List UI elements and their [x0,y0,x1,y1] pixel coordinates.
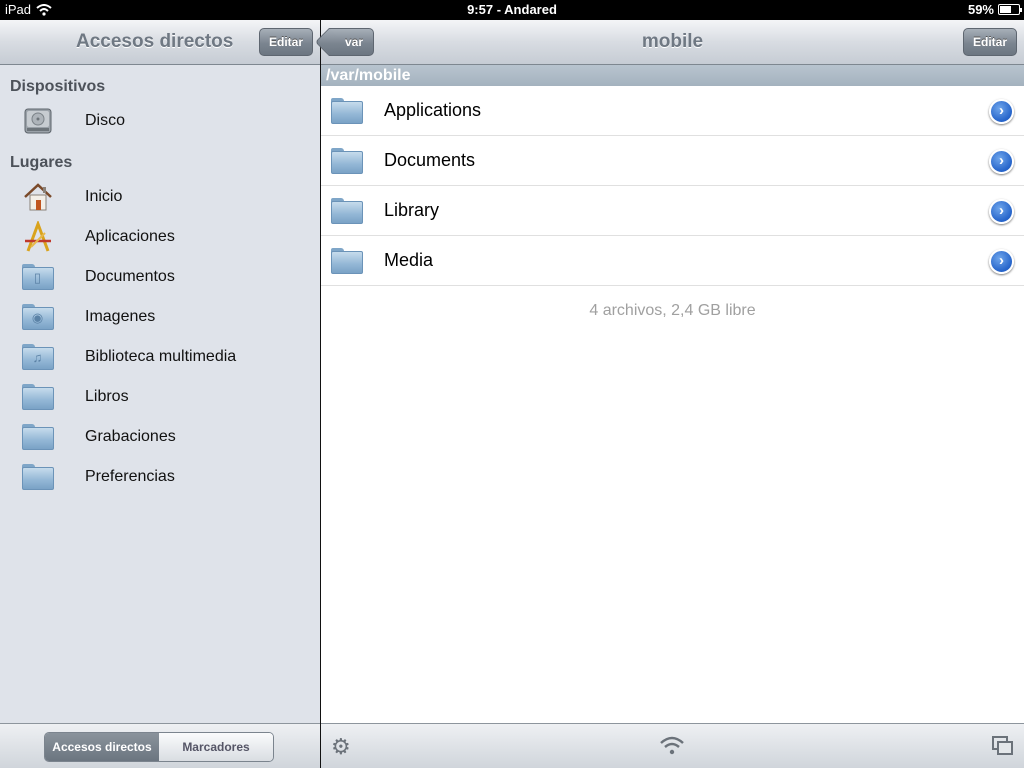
right-toolbar: ⚙ [321,723,1024,768]
folder-icon [331,97,363,124]
detail-disclosure-icon[interactable]: › [989,249,1014,274]
shortcut-imagenes[interactable]: ◉ Imagenes [0,297,320,337]
file-row-applications[interactable]: Applications › [321,86,1024,136]
home-icon [23,183,52,211]
shortcut-label: Documentos [85,268,175,285]
folder-icon [331,147,363,174]
shortcut-label: Disco [85,112,126,129]
file-row-documents[interactable]: Documents › [321,136,1024,186]
shortcut-label: Imagenes [85,308,156,325]
disk-icon [24,108,51,134]
left-navbar: Accesos directos Editar [0,20,320,65]
shortcut-label: Libros [85,388,129,405]
shortcut-biblioteca-multimedia[interactable]: ♫ Biblioteca multimedia [0,337,320,377]
status-bar: iPad 9:57 - Andared 59% [0,0,1024,20]
storage-summary: 4 archivos, 2,4 GB libre [589,302,756,319]
applications-icon [24,221,51,252]
segment-accesos-directos[interactable]: Accesos directos [45,733,159,761]
browser-pane: var mobile Editar /var/mobile Applicatio… [321,20,1024,768]
path-bar: /var/mobile [321,65,1024,86]
gear-icon[interactable]: ⚙ [331,734,351,760]
right-edit-button[interactable]: Editar [962,28,1017,56]
wifi-icon[interactable] [659,736,685,756]
windows-icon[interactable] [992,736,1014,756]
right-navbar: var mobile Editar [321,20,1024,65]
shortcut-label: Aplicaciones [85,228,175,245]
segmented-control: Accesos directos Marcadores [44,732,274,762]
file-name: Media [384,250,434,270]
detail-disclosure-icon[interactable]: › [989,149,1014,174]
pictures-folder-icon: ◉ [21,304,54,330]
folder-icon [331,197,363,224]
folder-icon [21,384,54,410]
left-edit-button[interactable]: Editar [258,28,313,56]
shortcut-preferencias[interactable]: Preferencias [0,457,320,497]
file-row-library[interactable]: Library › [321,186,1024,236]
shortcut-aplicaciones[interactable]: Aplicaciones [0,217,320,257]
shortcut-label: Inicio [85,188,123,205]
shortcut-disco[interactable]: Disco [0,101,320,141]
shortcut-label: Biblioteca multimedia [85,348,237,365]
segment-marcadores[interactable]: Marcadores [159,733,273,761]
detail-disclosure-icon[interactable]: › [989,99,1014,124]
section-devices-header: Dispositivos [10,78,106,95]
battery-percent: 59% [967,2,994,17]
shortcut-label: Preferencias [85,468,175,485]
music-folder-icon: ♫ [21,344,54,370]
folder-title: mobile [641,31,704,52]
battery-status: 59% [967,2,1022,17]
folder-icon [21,464,54,490]
folder-icon [21,424,54,450]
status-time: 9:57 - Andared [467,2,557,17]
section-places-header: Lugares [10,154,73,171]
shortcut-label: Grabaciones [85,428,176,445]
file-name: Applications [384,100,482,120]
detail-disclosure-icon[interactable]: › [989,199,1014,224]
shortcut-documentos[interactable]: ▯ Documentos [0,257,320,297]
shortcut-inicio[interactable]: Inicio [0,177,320,217]
shortcuts-pane: Accesos directos Editar Dispositivos Dis… [0,20,320,768]
documents-folder-icon: ▯ [21,264,54,290]
file-name: Documents [384,150,476,170]
left-toolbar: Accesos directos Marcadores [0,723,320,768]
shortcut-libros[interactable]: Libros [0,377,320,417]
left-title: Accesos directos [76,31,234,52]
folder-icon [331,247,363,274]
battery-icon [998,4,1022,15]
file-name: Library [384,200,440,220]
shortcut-grabaciones[interactable]: Grabaciones [0,417,320,457]
file-row-media[interactable]: Media › [321,236,1024,286]
